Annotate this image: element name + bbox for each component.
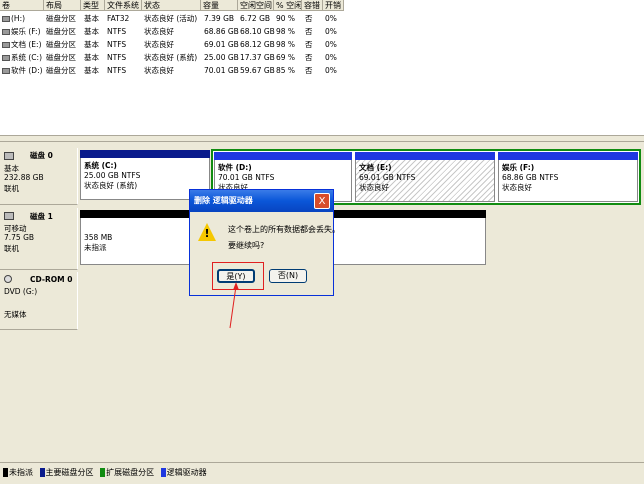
annotation-arrow <box>229 282 239 329</box>
